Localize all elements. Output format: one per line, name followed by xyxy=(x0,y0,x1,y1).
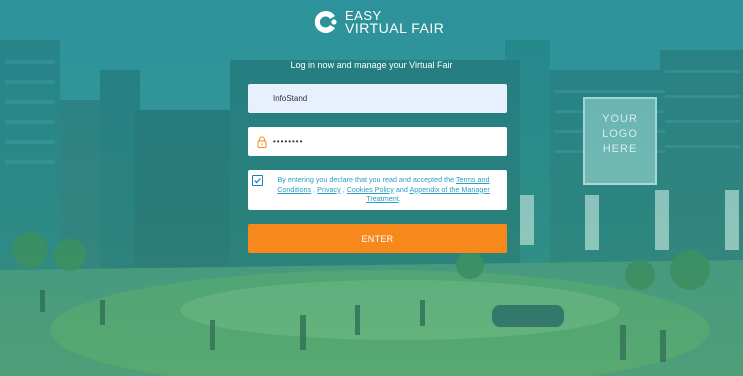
billboard-line-2: LOGO xyxy=(602,128,638,140)
terms-checkbox[interactable] xyxy=(252,175,263,186)
password-input[interactable] xyxy=(273,127,507,156)
login-tagline: Log in now and manage your Virtual Fair xyxy=(290,60,453,70)
privacy-link[interactable]: Privacy xyxy=(317,185,341,194)
username-input[interactable] xyxy=(248,84,507,113)
cookies-policy-link[interactable]: Cookies Policy xyxy=(347,185,394,194)
lock-icon xyxy=(257,136,267,148)
login-screen: YOUR LOGO HERE EASY VIRTUAL FAIR Log in … xyxy=(0,0,743,376)
billboard-line-1: YOUR xyxy=(602,113,638,125)
terms-separator-3: and xyxy=(393,184,410,194)
brand-logo: EASY VIRTUAL FAIR xyxy=(313,6,444,38)
terms-text: By entering you declare that you read an… xyxy=(266,175,501,204)
logo-line-2: VIRTUAL FAIR xyxy=(345,20,445,36)
enter-button[interactable]: ENTER xyxy=(248,224,507,253)
logo-wordmark: EASY VIRTUAL FAIR xyxy=(345,9,444,35)
billboard-text: YOUR LOGO HERE xyxy=(584,112,656,157)
terms-suffix: . xyxy=(398,194,401,203)
username-field-container xyxy=(248,84,507,113)
billboard-line-3: HERE xyxy=(602,143,638,155)
logo-mark-icon xyxy=(314,10,337,33)
terms-prefix: By entering you declare that you read an… xyxy=(277,175,456,184)
password-field-container xyxy=(248,127,507,156)
checkmark-icon xyxy=(254,178,261,184)
terms-agreement: By entering you declare that you read an… xyxy=(248,170,507,210)
